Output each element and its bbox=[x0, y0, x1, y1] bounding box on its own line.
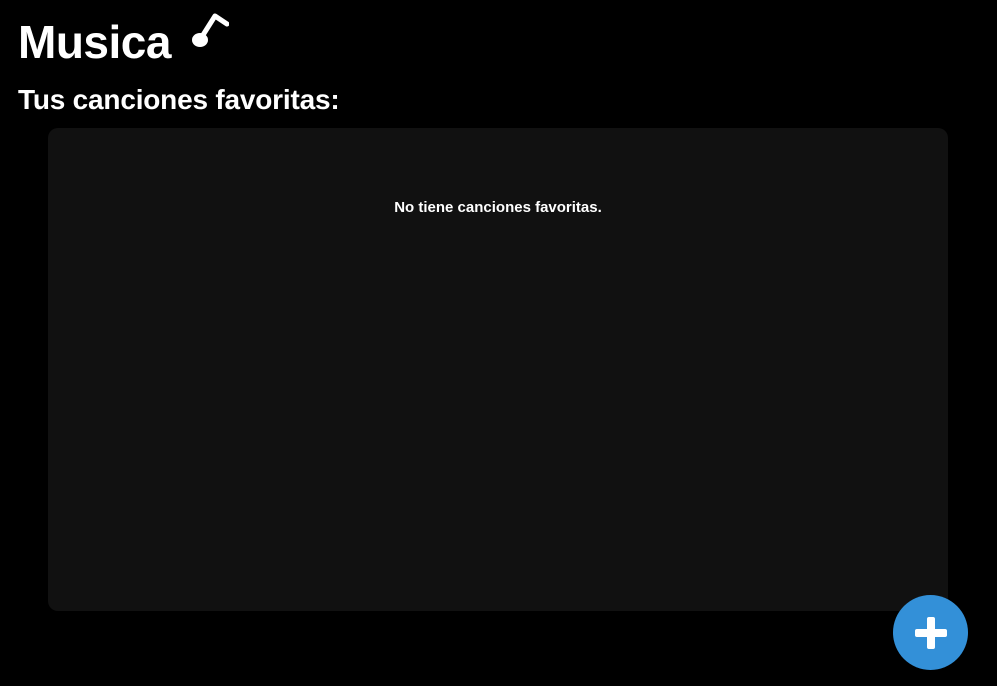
header: Musica bbox=[18, 13, 230, 70]
plus-icon bbox=[914, 616, 947, 649]
page-title: Musica bbox=[18, 16, 171, 68]
favorites-heading: Tus canciones favoritas: bbox=[18, 84, 340, 115]
add-song-button[interactable] bbox=[893, 595, 968, 670]
music-note-icon bbox=[189, 10, 230, 50]
favorites-panel: No tiene canciones favoritas. bbox=[48, 128, 948, 611]
empty-state-message: No tiene canciones favoritas. bbox=[394, 199, 602, 216]
app-page: Musica Tus canciones favoritas: No tiene… bbox=[0, 0, 997, 686]
